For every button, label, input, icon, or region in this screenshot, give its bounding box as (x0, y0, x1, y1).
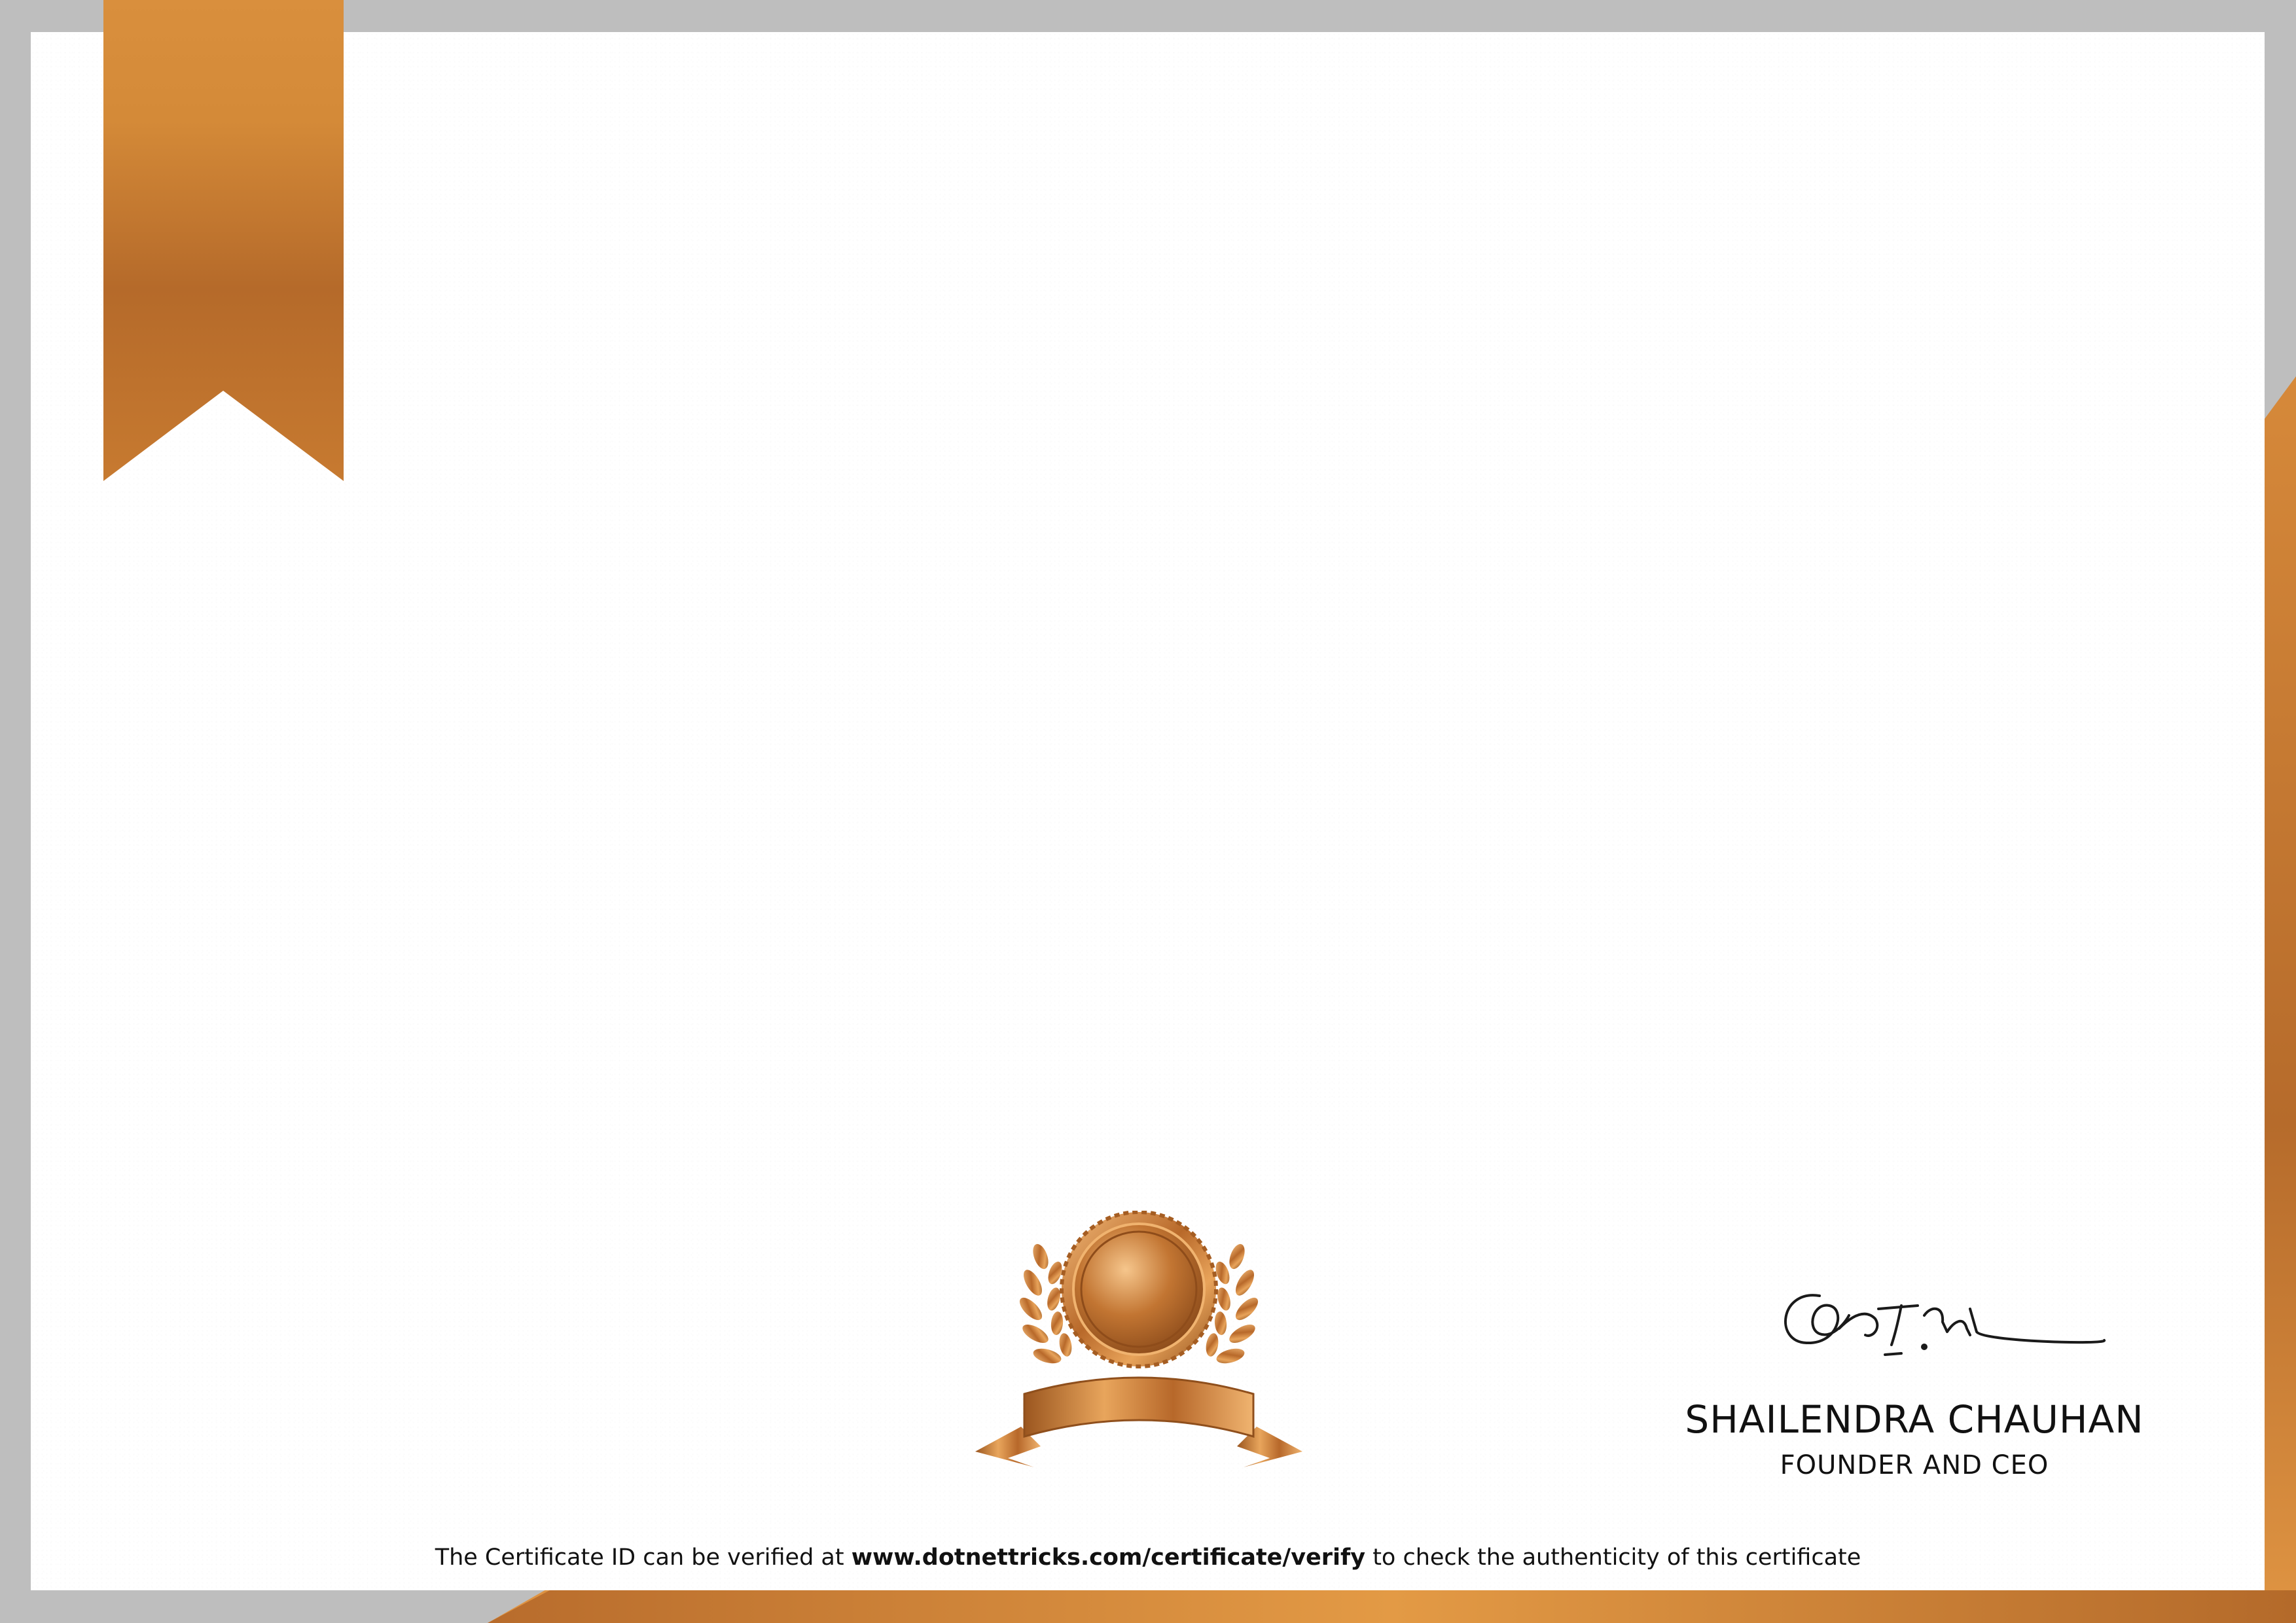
signatory-name: SHAILENDRA CHAUHAN (1685, 1397, 2144, 1442)
verification-suffix: to check the authenticity of this certif… (1365, 1544, 1861, 1571)
verification-url[interactable]: www.dotnettricks.com/certificate/verify (852, 1544, 1365, 1571)
signature-image (1784, 1294, 2106, 1356)
verification-prefix: The Certificate ID can be verified at (435, 1544, 852, 1571)
bookmark-ribbon-icon (103, 0, 344, 481)
signatory-title: FOUNDER AND CEO (1780, 1450, 2049, 1480)
verification-note: The Certificate ID can be verified at ww… (0, 1544, 2296, 1571)
award-seal-icon (975, 1211, 1302, 1467)
